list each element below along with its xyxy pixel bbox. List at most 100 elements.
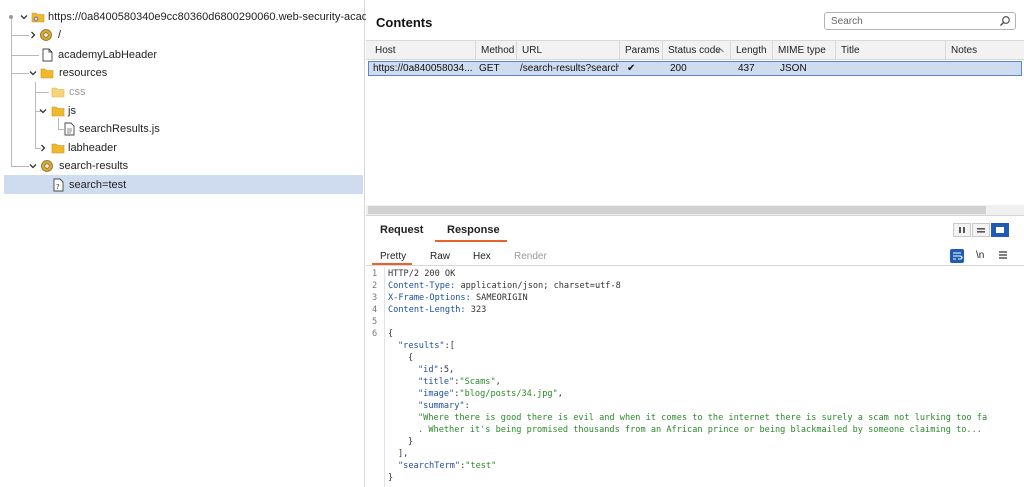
tree-item-label: https://0a8400580340e9cc80360d6800290060… [48,11,407,23]
cell-url: /search-results?search... [520,63,619,74]
code-line: Content-Length: 323 [388,305,486,315]
request-file-icon: ? [51,178,65,192]
table-row[interactable]: https://0a840058034... GET /search-resul… [368,61,1022,76]
subtab-hex[interactable]: Hex [473,251,491,262]
code-line: "id":5, [418,365,454,375]
line-number: 5 [372,317,378,327]
column-length[interactable]: Length [731,41,773,60]
line-number: 6 [372,329,378,339]
chevron-down-icon[interactable] [38,106,48,116]
subtab-render[interactable]: Render [514,251,547,262]
code-line: { [388,329,393,339]
line-number: 2 [372,281,378,291]
contents-search[interactable] [824,12,1016,30]
cell-length: 437 [738,63,755,74]
tree-item-css[interactable]: css [49,83,249,101]
cell-params-check: ✔ [627,63,636,74]
chevron-down-icon[interactable] [28,68,38,78]
column-notes[interactable]: Notes [946,41,1024,60]
code-line: "results":[ [398,341,455,351]
tab-response[interactable]: Response [447,224,500,236]
json-key: "id" [418,365,439,375]
tree-guide [11,55,39,56]
layout-tabs-button[interactable] [991,223,1009,237]
tree-item-root[interactable]: https://0a8400580340e9cc80360d6800290060… [4,8,406,26]
search-input[interactable] [831,14,991,28]
header-value: application/json; charset=utf-8 [455,281,621,291]
tree-item-label: search=test [69,179,127,191]
json-punct: :[ [444,341,455,351]
contents-header: Contents [366,0,1024,40]
cell-method: GET [479,63,500,74]
header-name: Content-Type: [388,281,456,291]
line-number: 1 [372,269,378,279]
column-method[interactable]: Method [476,41,517,60]
layout-side-by-side-button[interactable] [953,223,971,237]
json-punct: } [388,473,394,483]
search-icon[interactable] [999,15,1011,27]
show-newlines-button[interactable]: \n [976,250,984,261]
wrap-lines-button[interactable] [950,249,964,263]
svg-text:?: ? [56,183,60,191]
tree-item-searchresults-js[interactable]: searchResults.js [60,120,260,138]
tree-item-label: / [58,29,62,41]
menu-icon[interactable] [998,250,1008,260]
cell-mime: JSON [780,63,807,74]
tree-item-labheader[interactable]: labheader [36,139,236,157]
chevron-down-icon[interactable] [28,161,38,171]
tree-guide [11,18,12,166]
column-mime-type[interactable]: MIME type [773,41,836,60]
column-status-code[interactable]: Status code [663,41,731,60]
tree-item-slash[interactable]: / [26,26,326,44]
json-value: . Whether it's being promised thousands … [418,425,982,435]
json-value: "Where there is good there is evil and w… [418,413,988,423]
json-key: "summary" [418,401,465,411]
tree-item-js[interactable]: js [36,102,236,120]
chevron-right-icon[interactable] [28,30,38,40]
tree-item-label: css [69,86,86,98]
host-folder-icon [31,10,45,24]
tree-item-search-test[interactable]: ? search=test [49,176,349,194]
tree-item-academylabheader[interactable]: academyLabHeader [36,46,336,64]
header-name: Content-Length: [388,305,466,315]
json-key: "searchTerm" [398,461,461,471]
tree-item-label: labheader [68,142,117,154]
tree-item-label: academyLabHeader [58,49,158,61]
active-subtab-indicator [372,263,412,265]
tree-item-search-results[interactable]: search-results [26,157,326,175]
table-header: Host Method URL Params Status code Lengt… [366,40,1024,60]
chevron-right-icon[interactable] [38,143,48,153]
tree-item-label: searchResults.js [79,123,160,135]
column-url[interactable]: URL [517,41,620,60]
horizontal-scrollbar-thumb[interactable] [368,206,986,214]
subtab-raw[interactable]: Raw [430,251,450,262]
code-line: Content-Type: application/json; charset=… [388,281,621,291]
folder-icon [51,141,65,155]
active-tab-indicator [435,240,507,242]
header-value: SAMEORIGIN [470,293,528,303]
code-line: } [408,437,413,447]
response-editor[interactable]: 1 2 3 4 5 6 HTTP/2 200 OK Content-Type: … [366,267,1024,487]
tree-guide [35,92,49,93]
column-title[interactable]: Title [836,41,946,60]
subtab-pretty[interactable]: Pretty [380,251,406,262]
message-tabs: Request Response [366,216,1024,242]
layout-stacked-button[interactable] [972,223,990,237]
code-line: . Whether it's being promised thousands … [418,425,982,435]
code-line: "searchTerm":"test" [398,461,497,471]
column-host[interactable]: Host [370,41,476,60]
tab-request[interactable]: Request [380,224,423,236]
tree-item-label: search-results [59,160,129,172]
tree-item-resources[interactable]: resources [26,64,326,82]
cell-title [835,62,945,75]
status-line: HTTP/2 200 OK [388,269,456,279]
json-punct: ], [398,449,409,459]
cell-notes [945,62,1023,75]
bullet-icon [9,15,13,19]
chevron-down-icon[interactable] [19,12,29,22]
code-line: } [388,473,393,483]
column-params[interactable]: Params [620,41,663,60]
json-punct: { [408,353,414,363]
json-key: "results" [398,341,445,351]
column-label: Status code [668,45,721,56]
